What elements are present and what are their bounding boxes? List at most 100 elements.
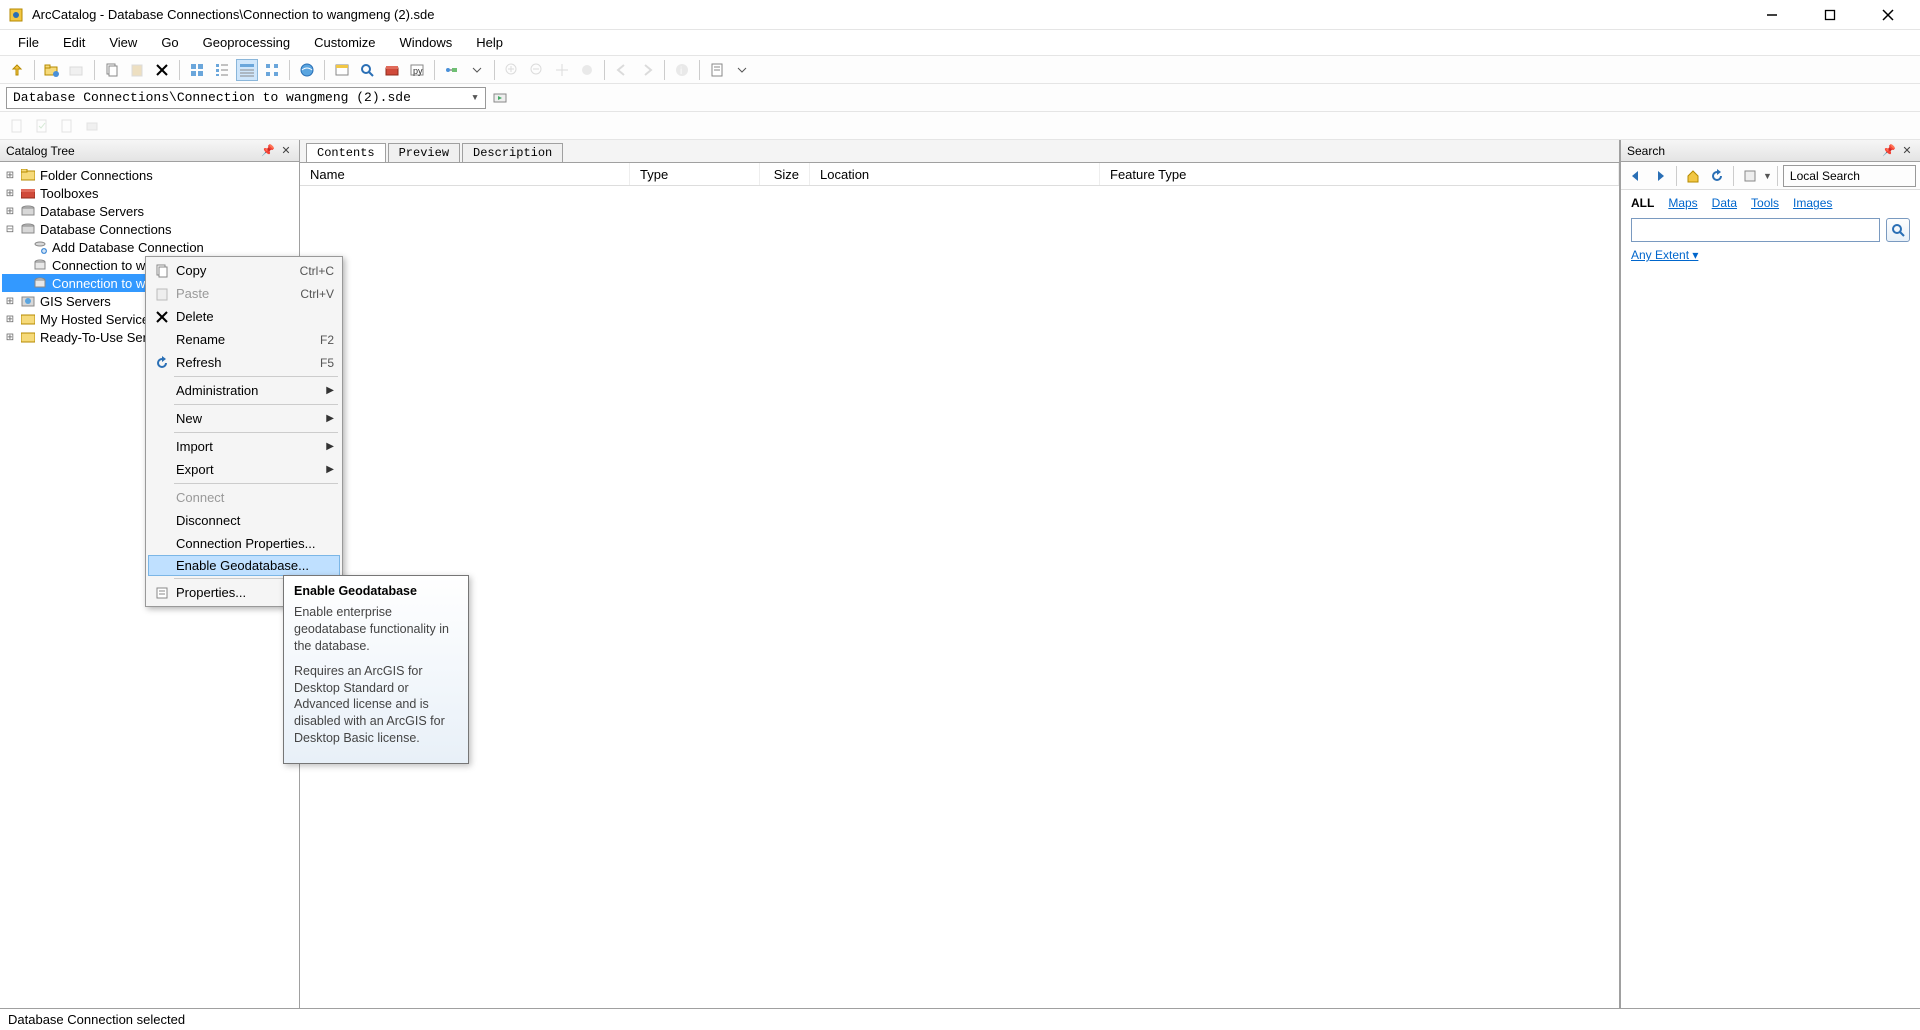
search-pin-icon[interactable]: 📌	[1882, 144, 1896, 158]
full-extent-icon	[576, 59, 598, 81]
cm-import[interactable]: Import▶	[148, 435, 340, 458]
search-tab-tools[interactable]: Tools	[1751, 196, 1779, 210]
tree-toolboxes[interactable]: ⊞Toolboxes	[2, 184, 297, 202]
dropdown2-icon[interactable]	[731, 59, 753, 81]
up-one-level-icon[interactable]	[6, 59, 28, 81]
delete-icon[interactable]	[151, 59, 173, 81]
cm-delete[interactable]: Delete	[148, 305, 340, 328]
large-icons-icon[interactable]	[186, 59, 208, 81]
col-location[interactable]: Location	[810, 163, 1100, 185]
cm-refresh[interactable]: RefreshF5	[148, 351, 340, 374]
col-type[interactable]: Type	[630, 163, 760, 185]
search-scope-combo[interactable]: Local Search	[1783, 165, 1916, 187]
search-tab-images[interactable]: Images	[1793, 196, 1832, 210]
menu-view[interactable]: View	[99, 32, 147, 53]
search-close-icon[interactable]: ✕	[1900, 144, 1914, 158]
delete-icon	[152, 311, 172, 323]
python-window-icon[interactable]: py	[406, 59, 428, 81]
standard-toolbar: py i	[0, 56, 1920, 84]
search-go-button[interactable]	[1886, 218, 1910, 242]
cm-enable-geodatabase[interactable]: Enable Geodatabase...	[148, 555, 340, 576]
chevron-right-icon: ▶	[326, 413, 334, 424]
menu-file[interactable]: File	[8, 32, 49, 53]
menu-windows[interactable]: Windows	[390, 32, 463, 53]
panel-close-icon[interactable]: ✕	[279, 144, 293, 158]
tab-contents[interactable]: Contents	[306, 143, 386, 162]
search-options-dd[interactable]: ▼	[1763, 171, 1772, 181]
location-dropdown-icon[interactable]: ▾	[471, 90, 479, 105]
close-button[interactable]	[1868, 1, 1908, 29]
location-box[interactable]: Database Connections\Connection to wangm…	[6, 87, 486, 109]
arctoolbox-icon[interactable]	[381, 59, 403, 81]
search-refresh-icon[interactable]	[1706, 165, 1728, 187]
tree-database-connections[interactable]: ⊟Database Connections	[2, 220, 297, 238]
search-scope-label: Local Search	[1790, 169, 1860, 183]
zoom-out-icon	[526, 59, 548, 81]
db-connections-icon	[20, 221, 36, 237]
copy-icon[interactable]	[101, 59, 123, 81]
connect-folder-icon[interactable]	[41, 59, 63, 81]
tab-preview[interactable]: Preview	[388, 143, 460, 162]
menu-geoprocessing[interactable]: Geoprocessing	[193, 32, 300, 53]
cm-new[interactable]: New▶	[148, 407, 340, 430]
search-input[interactable]	[1631, 218, 1880, 242]
list-body[interactable]	[300, 186, 1619, 1008]
validate-metadata-icon	[31, 115, 53, 137]
catalog-tree-title: Catalog Tree	[6, 144, 75, 158]
dropdown-icon[interactable]	[466, 59, 488, 81]
go-icon[interactable]	[489, 87, 511, 109]
tab-description[interactable]: Description	[462, 143, 563, 162]
autohide-pin-icon[interactable]: 📌	[261, 144, 275, 158]
tooltip-title: Enable Geodatabase	[294, 584, 458, 598]
content-tabs: Contents Preview Description	[300, 140, 1619, 162]
col-name[interactable]: Name	[300, 163, 630, 185]
cm-copy[interactable]: CopyCtrl+C	[148, 259, 340, 282]
export-metadata-icon	[56, 115, 78, 137]
search-back-icon[interactable]	[1625, 165, 1647, 187]
thumbnails-icon[interactable]	[261, 59, 283, 81]
cm-connection-properties[interactable]: Connection Properties...	[148, 532, 340, 555]
catalog-window-icon[interactable]	[331, 59, 353, 81]
menu-go[interactable]: Go	[151, 32, 188, 53]
search-tab-data[interactable]: Data	[1712, 196, 1737, 210]
cm-export[interactable]: Export▶	[148, 458, 340, 481]
tooltip-line1: Enable enterprise geodatabase functional…	[294, 604, 458, 655]
search-window-icon[interactable]	[356, 59, 378, 81]
details-icon[interactable]	[236, 59, 258, 81]
search-title: Search	[1627, 144, 1665, 158]
cm-administration[interactable]: Administration▶	[148, 379, 340, 402]
search-extent-row: Any Extent ▾	[1621, 246, 1920, 264]
content-panel: Contents Preview Description Name Type S…	[300, 140, 1620, 1008]
list-icon[interactable]	[211, 59, 233, 81]
launch-arcmap-icon[interactable]	[296, 59, 318, 81]
window-title: ArcCatalog - Database Connections\Connec…	[32, 7, 1752, 22]
cm-rename[interactable]: RenameF2	[148, 328, 340, 351]
search-home-icon[interactable]	[1682, 165, 1704, 187]
search-options-icon[interactable]	[1739, 165, 1761, 187]
cm-disconnect[interactable]: Disconnect	[148, 509, 340, 532]
search-tab-all[interactable]: ALL	[1631, 196, 1654, 210]
menu-customize[interactable]: Customize	[304, 32, 385, 53]
search-extent-link[interactable]: Any Extent ▾	[1631, 248, 1698, 262]
menu-help[interactable]: Help	[466, 32, 513, 53]
col-feature-type[interactable]: Feature Type	[1100, 163, 1619, 185]
svg-text:py: py	[413, 66, 423, 76]
col-size[interactable]: Size	[760, 163, 810, 185]
refresh-icon	[152, 356, 172, 370]
tree-database-servers[interactable]: ⊞Database Servers	[2, 202, 297, 220]
menu-edit[interactable]: Edit	[53, 32, 95, 53]
copy-icon	[152, 264, 172, 278]
tooltip-line2: Requires an ArcGIS for Desktop Standard …	[294, 663, 458, 747]
search-forward-icon[interactable]	[1649, 165, 1671, 187]
svg-text:i: i	[680, 66, 682, 77]
maximize-button[interactable]	[1810, 1, 1850, 29]
item-description-icon[interactable]	[706, 59, 728, 81]
modelbuilder-icon[interactable]	[441, 59, 463, 81]
identify-icon: i	[671, 59, 693, 81]
location-text: Database Connections\Connection to wangm…	[13, 90, 411, 105]
tree-add-db-connection[interactable]: Add Database Connection	[2, 238, 297, 256]
minimize-button[interactable]	[1752, 1, 1792, 29]
search-tab-maps[interactable]: Maps	[1668, 196, 1697, 210]
tree-folder-connections[interactable]: ⊞Folder Connections	[2, 166, 297, 184]
db-server-icon	[20, 203, 36, 219]
